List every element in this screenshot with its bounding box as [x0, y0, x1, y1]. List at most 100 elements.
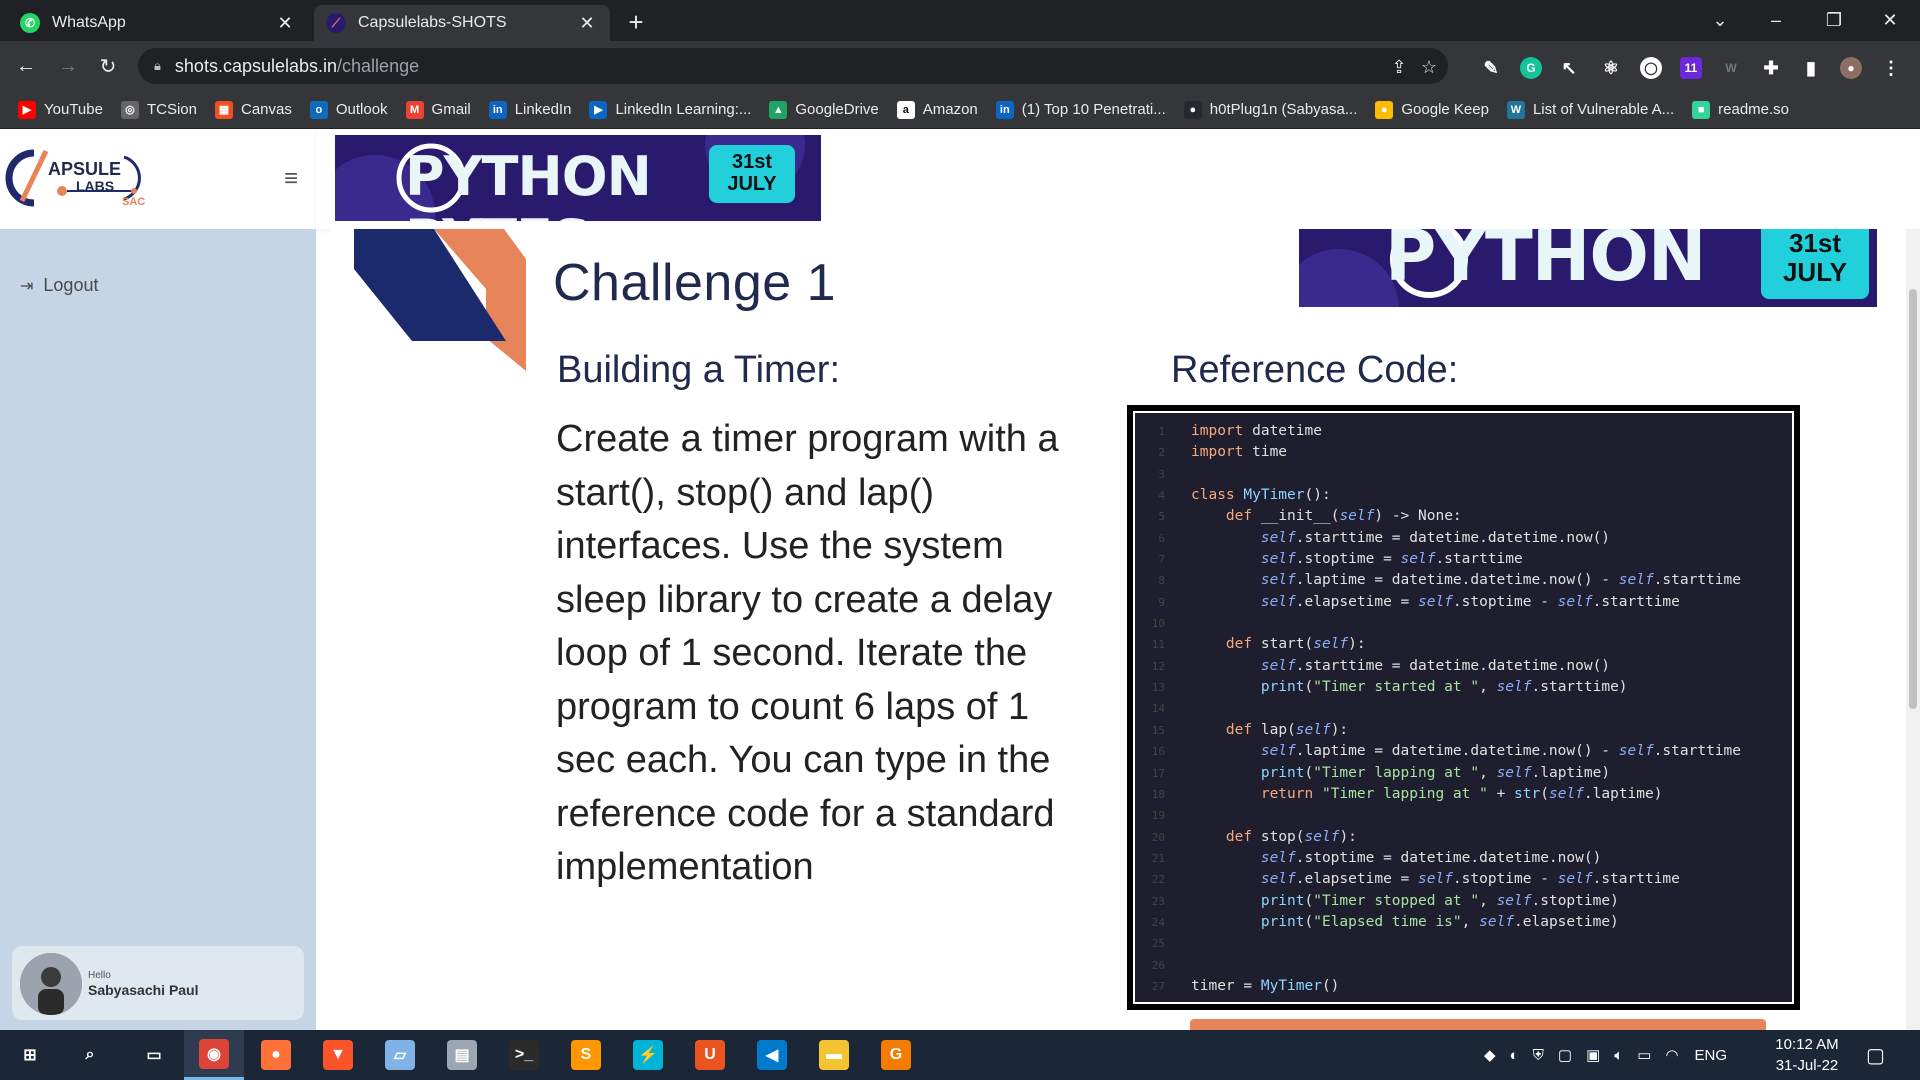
line-number: 23	[1151, 894, 1165, 908]
code-line: 6 self.starttime = datetime.datetime.now…	[1135, 528, 1792, 549]
code-text: self.elapsetime = self.stoptime - self.s…	[1260, 871, 1680, 888]
grammarly-icon[interactable]: G	[1520, 57, 1542, 79]
scrollbar-thumb[interactable]	[1909, 289, 1917, 709]
code-text: def start(self):	[1225, 636, 1366, 653]
logout-link[interactable]: ⇥ Logout	[20, 275, 98, 296]
pdf-app[interactable]: G	[866, 1030, 926, 1080]
code-text: self.laptime = datetime.datetime.now() -…	[1260, 572, 1742, 589]
page-scrollbar[interactable]	[1906, 229, 1920, 1030]
search-button[interactable]: ⌕	[60, 1030, 120, 1080]
cursor-extension-icon[interactable]: ↖	[1558, 57, 1580, 79]
back-icon[interactable]: ←	[10, 50, 42, 82]
reload-icon[interactable]: ↻	[92, 50, 124, 82]
bookmark-icon: in	[995, 100, 1014, 119]
extensions-puzzle-icon[interactable]: ✚	[1760, 57, 1782, 79]
restore-button[interactable]: ❐	[1806, 0, 1862, 41]
bookmark-icon: ▦	[214, 100, 233, 119]
tab-capsulelabs[interactable]: ⟋ Capsulelabs-SHOTS ✕	[314, 5, 610, 41]
badge-extension-icon[interactable]: 11	[1680, 57, 1702, 79]
bookmark-label: LinkedIn Learning:...	[615, 101, 752, 118]
forward-icon[interactable]: →	[52, 50, 84, 82]
kebab-menu-icon[interactable]: ⋮	[1880, 57, 1902, 79]
steam-icon[interactable]: ◐	[1510, 1047, 1519, 1064]
explorer-app[interactable]: ▬	[804, 1030, 864, 1080]
remote-app[interactable]: ▤	[432, 1030, 492, 1080]
bookmark-item[interactable]: ◎ TCSion	[120, 100, 197, 119]
terminal-app[interactable]: >_	[494, 1030, 554, 1080]
notifications-icon[interactable]: ▢	[1866, 1030, 1885, 1080]
start-button[interactable]: ⊞	[0, 1030, 60, 1080]
bookmark-item[interactable]: M Gmail	[405, 100, 471, 119]
code-line: 17 print("Timer lapping at ", self.lapti…	[1135, 763, 1792, 784]
language-indicator[interactable]: ENG	[1695, 1047, 1728, 1064]
flash-app[interactable]: ⚡	[618, 1030, 678, 1080]
code-text: self.stoptime = self.starttime	[1260, 551, 1523, 568]
volume-icon[interactable]: 🔈︎	[1614, 1047, 1623, 1064]
network-icon[interactable]: ▣	[1586, 1046, 1600, 1064]
logo-text-2: LABS	[76, 178, 114, 194]
task-view-button[interactable]: ▭	[124, 1030, 184, 1080]
security-icon[interactable]: ⛨	[1533, 1047, 1544, 1064]
tab-search-icon[interactable]: ⌄	[1692, 0, 1748, 41]
firefox-app[interactable]: ●	[246, 1030, 306, 1080]
bookmark-item[interactable]: W List of Vulnerable A...	[1506, 100, 1674, 119]
capsulelabs-logo[interactable]: APSULE LABS SAC	[4, 143, 174, 213]
new-tab-button[interactable]: +	[620, 6, 652, 38]
vscode-icon: ◀	[757, 1040, 787, 1070]
close-tab-icon[interactable]: ✕	[576, 12, 598, 34]
bookmark-icon: W	[1506, 100, 1525, 119]
pen-extension-icon[interactable]: ✎	[1480, 57, 1502, 79]
taskbar-clock[interactable]: 10:12 AM 31-Jul-22	[1762, 1034, 1852, 1076]
close-tab-icon[interactable]: ✕	[274, 12, 296, 34]
bookmark-star-icon[interactable]: ☆	[1418, 56, 1440, 78]
minimize-button[interactable]: –	[1748, 0, 1804, 41]
bookmark-item[interactable]: ▶ YouTube	[18, 100, 103, 119]
bookmark-item[interactable]: ● h0tPlug1n (Sabyasa...	[1183, 100, 1357, 119]
nvidia-icon[interactable]: ◆	[1484, 1046, 1496, 1064]
bookmark-item[interactable]: in LinkedIn	[488, 100, 571, 119]
ubuntu-app[interactable]: U	[680, 1030, 740, 1080]
wifi-icon[interactable]: ◠	[1665, 1046, 1678, 1064]
notes-app[interactable]: ▱	[370, 1030, 430, 1080]
bookmark-item[interactable]: in (1) Top 10 Penetrati...	[995, 100, 1166, 119]
line-number: 15	[1151, 723, 1165, 737]
battery-icon[interactable]: ▭	[1637, 1046, 1651, 1064]
react-devtools-icon[interactable]: ⚛	[1600, 57, 1622, 79]
lock-icon: 🔒︎	[154, 58, 161, 73]
bookmark-item[interactable]: a Amazon	[896, 100, 978, 119]
tab-whatsapp[interactable]: ✆ WhatsApp ✕	[8, 5, 308, 41]
side-panel-icon[interactable]: ▮	[1800, 57, 1822, 79]
code-text: print("Timer lapping at ", self.laptime)	[1260, 764, 1611, 781]
vscode-app[interactable]: ◀	[742, 1030, 802, 1080]
bookmark-item[interactable]: ▶ LinkedIn Learning:...	[589, 100, 752, 119]
device-icon[interactable]: ▢	[1558, 1046, 1572, 1064]
address-bar[interactable]: 🔒︎ shots.capsulelabs.in /challenge ⇪ ☆	[138, 48, 1448, 84]
bookmark-icon: ▶	[18, 100, 36, 119]
code-line: 18 return "Timer lapping at " + str(self…	[1135, 784, 1792, 805]
bookmark-item[interactable]: ■ readme.so	[1692, 100, 1789, 119]
whatsapp-extension-icon[interactable]: ◯	[1640, 57, 1662, 79]
line-number: 1	[1158, 425, 1165, 438]
reference-code-block: 1 import datetime 2 import time 3 4 class MyTi…	[1127, 405, 1800, 1010]
sublime-app[interactable]: S	[556, 1030, 616, 1080]
bookmark-label: Canvas	[240, 101, 292, 118]
chrome-app[interactable]: ◉	[184, 1030, 244, 1080]
bookmark-item[interactable]: ▲ GoogleDrive	[769, 100, 879, 119]
profile-avatar[interactable]: ●	[1840, 57, 1862, 79]
slide-accent-shape	[354, 229, 526, 371]
bookmark-item[interactable]: ● Google Keep	[1375, 100, 1489, 119]
url-path: /challenge	[337, 55, 420, 76]
bookmark-icon: ●	[1375, 100, 1394, 119]
hamburger-icon[interactable]: ≡	[284, 165, 298, 193]
line-number: 20	[1151, 830, 1165, 844]
wordpress-extension-icon[interactable]: W	[1720, 57, 1742, 79]
bookmark-icon: o	[309, 100, 328, 119]
slide-banner: PYTHON BYTES 31st JULY	[1299, 229, 1877, 307]
share-icon[interactable]: ⇪	[1388, 56, 1410, 78]
bookmark-item[interactable]: o Outlook	[309, 100, 388, 119]
brave-app[interactable]: ▼	[308, 1030, 368, 1080]
browser-toolbar: ← → ↻ 🔒︎ shots.capsulelabs.in /challenge…	[0, 41, 1920, 91]
bookmark-item[interactable]: ▦ Canvas	[214, 100, 292, 119]
logout-label: Logout	[43, 275, 99, 295]
close-window-button[interactable]: ✕	[1862, 0, 1918, 41]
